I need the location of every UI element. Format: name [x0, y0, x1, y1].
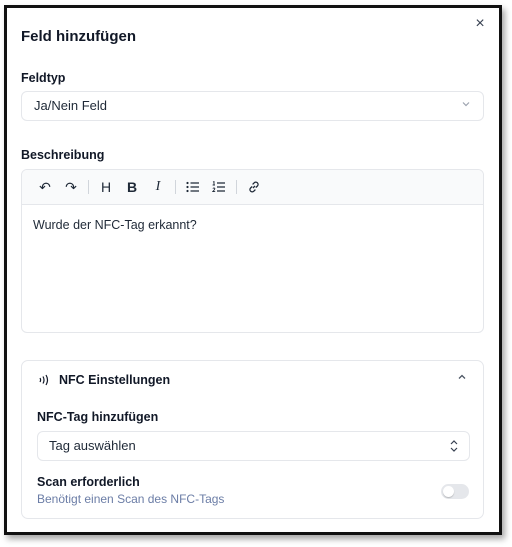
chevron-down-icon [461, 92, 471, 120]
field-type-label: Feldtyp [21, 71, 66, 85]
nfc-settings-title: NFC Einstellungen [59, 373, 171, 387]
editor-toolbar: ↶ ↷ H B I [22, 170, 483, 205]
field-type-select[interactable]: Ja/Nein Feld [21, 91, 484, 121]
nfc-tag-value: Tag auswählen [49, 438, 136, 453]
add-field-dialog: × Feld hinzufügen Feldtyp Ja/Nein Feld B… [4, 5, 502, 535]
italic-icon: I [155, 179, 161, 194]
ordered-list-button[interactable] [206, 175, 232, 199]
scan-required-label: Scan erforderlich [37, 475, 140, 489]
heading-icon: H [100, 179, 112, 195]
description-label: Beschreibung [21, 148, 105, 162]
link-button[interactable] [241, 175, 267, 199]
redo-button[interactable]: ↷ [58, 175, 84, 199]
nfc-settings-header[interactable]: NFC Einstellungen [22, 361, 483, 399]
description-text: Wurde der NFC-Tag erkannt? [33, 218, 197, 232]
nfc-settings-panel: NFC Einstellungen NFC-Tag hinzufügen Tag… [21, 360, 484, 519]
bullet-list-icon [186, 181, 199, 193]
field-type-value: Ja/Nein Feld [34, 98, 107, 113]
link-icon [249, 181, 259, 193]
chevron-up-icon [457, 371, 467, 385]
bold-icon: B [126, 179, 138, 195]
toolbar-divider [175, 180, 176, 194]
italic-button[interactable]: I [145, 175, 171, 199]
editor-content[interactable]: Wurde der NFC-Tag erkannt? [22, 205, 483, 245]
nfc-tag-select[interactable]: Tag auswählen [37, 431, 470, 461]
chevron-up-down-icon [450, 440, 458, 452]
close-icon: × [475, 15, 485, 32]
nfc-icon [39, 374, 49, 386]
undo-icon: ↶ [39, 178, 51, 195]
bold-button[interactable]: B [119, 175, 145, 199]
scan-required-description: Benötigt einen Scan des NFC-Tags [37, 492, 225, 506]
toggle-knob [443, 486, 454, 497]
heading-button[interactable]: H [93, 175, 119, 199]
toolbar-divider [236, 180, 237, 194]
toolbar-divider [88, 180, 89, 194]
close-button[interactable]: × [471, 16, 489, 34]
rich-text-editor: ↶ ↷ H B I Wurde der NFC-Tag erkannt? [21, 169, 484, 333]
redo-icon: ↷ [65, 178, 77, 195]
nfc-tag-label: NFC-Tag hinzufügen [37, 410, 159, 424]
ordered-list-icon [212, 181, 225, 193]
dialog-title: Feld hinzufügen [21, 28, 136, 45]
scan-required-toggle[interactable] [441, 484, 469, 499]
bullet-list-button[interactable] [180, 175, 206, 199]
undo-button[interactable]: ↶ [32, 175, 58, 199]
